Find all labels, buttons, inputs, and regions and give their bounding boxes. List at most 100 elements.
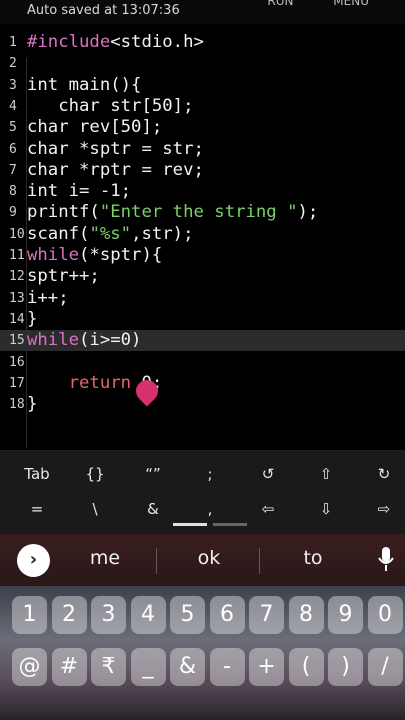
symbol-key[interactable]: #	[51, 648, 87, 686]
line-number: 14	[9, 311, 25, 327]
code-line[interactable]: 9 printf("Enter the string ");	[0, 202, 405, 223]
code-line[interactable]: 16	[0, 352, 405, 373]
code-text: i++;	[27, 287, 69, 308]
code-line[interactable]: 7 char *rptr = rev;	[0, 160, 405, 181]
code-text: printf("Enter the string ");	[27, 202, 319, 223]
code-text: #include<stdio.h>	[27, 32, 204, 52]
symbol-key[interactable]: \	[75, 500, 115, 518]
code-line[interactable]: 13 i++;	[0, 288, 405, 309]
symbol-key[interactable]: ⇨	[364, 500, 404, 518]
line-number: 11	[9, 248, 25, 263]
microphone-icon[interactable]	[377, 546, 395, 574]
code-line[interactable]: 8 int i= -1;	[0, 181, 405, 202]
symbol-key[interactable]: ₹	[91, 648, 126, 686]
autosave-status: Auto saved at 13:07:36	[27, 3, 180, 18]
code-text: int main(){	[27, 74, 142, 95]
symbol-key[interactable]: ;	[190, 465, 230, 483]
line-number: 4	[9, 98, 17, 114]
code-editor[interactable]: 1 #include<stdio.h> 2 3 int main(){4 char st…	[0, 24, 405, 450]
line-number: 7	[9, 162, 17, 178]
number-key[interactable]: 9	[328, 596, 363, 634]
code-line[interactable]: 2	[0, 53, 405, 74]
line-number: 1	[9, 35, 17, 50]
line-number: 2	[9, 56, 17, 72]
divider	[156, 548, 157, 574]
symbol-key[interactable]: (	[288, 648, 324, 686]
page-indicator-active	[173, 523, 207, 526]
menu-button[interactable]: MENU	[333, 0, 369, 8]
suggestion-1[interactable]: me	[65, 547, 145, 569]
symbol-key[interactable]: ↻	[364, 465, 404, 483]
number-key[interactable]: 7	[249, 596, 284, 634]
line-number: 13	[9, 290, 25, 306]
line-number: 6	[9, 141, 17, 157]
symbol-key[interactable]: ↺	[248, 465, 288, 483]
symbol-key[interactable]: Tab	[17, 465, 57, 483]
line-number: 5	[9, 120, 17, 136]
code-text: while(*sptr){	[27, 245, 163, 265]
symbol-key[interactable]: ⇧	[306, 465, 346, 483]
code-text: }	[27, 394, 38, 415]
number-key[interactable]: 5	[170, 596, 205, 634]
symbol-key[interactable]: ⇦	[248, 500, 288, 518]
line-number: 9	[9, 205, 17, 221]
line-number: 10	[9, 226, 25, 242]
divider	[259, 548, 260, 574]
number-key[interactable]: 2	[51, 596, 87, 634]
number-key[interactable]: 4	[130, 596, 166, 634]
number-key[interactable]: 3	[91, 596, 126, 634]
run-button[interactable]: RUN	[267, 0, 293, 8]
suggestion-2[interactable]: ok	[169, 547, 249, 569]
number-key[interactable]: 1	[12, 596, 47, 634]
line-number: 15	[9, 333, 25, 349]
code-text: scanf("%s",str);	[27, 223, 194, 244]
code-line[interactable]: 17 return 0;	[0, 373, 405, 394]
code-line[interactable]: 3 int main(){	[0, 75, 405, 96]
line-number: 8	[9, 184, 17, 200]
number-key[interactable]: 0	[367, 596, 403, 634]
line-number: 16	[9, 354, 25, 370]
code-text: char *sptr = str;	[27, 138, 204, 159]
line-number: 3	[9, 77, 17, 93]
code-line[interactable]: 10 scanf("%s",str);	[0, 224, 405, 245]
symbol-key[interactable]: ⇩	[306, 500, 346, 518]
line-number: 18	[9, 397, 25, 413]
symbol-key[interactable]: /	[367, 648, 403, 686]
symbol-key[interactable]: {}	[75, 465, 115, 483]
code-text: int i= -1;	[27, 181, 132, 202]
symbol-key[interactable]: )	[328, 648, 363, 686]
code-line[interactable]: 15 while(i>=0)	[0, 330, 405, 352]
symbol-key[interactable]: “”	[133, 465, 173, 483]
page-indicator	[213, 523, 247, 526]
symbol-key[interactable]: _	[130, 648, 166, 686]
keyboard: 1 2 3 4 5 6 7 8 9 0 @ # ₹ _ & - +() /	[0, 586, 405, 720]
status-bar: Auto saved at 13:07:36 RUN MENU	[0, 0, 405, 24]
symbol-key[interactable]: -	[209, 648, 245, 686]
code-line[interactable]: 14}	[0, 309, 405, 330]
suggestion-3[interactable]: to	[273, 547, 353, 569]
code-line[interactable]: 5 char rev[50];	[0, 117, 405, 138]
code-text: }	[27, 308, 38, 329]
code-text: char *rptr = rev;	[27, 159, 204, 180]
code-line[interactable]: 18}	[0, 394, 405, 415]
code-text: char str[50];	[27, 95, 194, 116]
number-key[interactable]: 8	[288, 596, 324, 634]
code-line[interactable]: 11 while(*sptr){	[0, 245, 405, 266]
symbol-key[interactable]: +	[249, 648, 284, 686]
chevron-right-icon[interactable]: ›	[17, 544, 50, 577]
line-number: 12	[9, 269, 25, 285]
symbol-key[interactable]: @	[12, 648, 47, 686]
top-actions: RUN MENU	[267, 0, 405, 8]
code-line[interactable]: 4 char str[50];	[0, 96, 405, 117]
symbol-key[interactable]: &	[133, 500, 173, 518]
symbol-key[interactable]: &	[170, 648, 205, 686]
code-text: char rev[50];	[27, 117, 163, 138]
code-line[interactable]: 1 #include<stdio.h>	[0, 32, 405, 53]
code-text: sptr++;	[27, 266, 100, 287]
symbol-key[interactable]: =	[17, 500, 57, 518]
code-text: while(i>=0)	[27, 330, 142, 351]
code-line[interactable]: 6 char *sptr = str;	[0, 139, 405, 160]
symbol-key[interactable]: ,	[190, 500, 230, 518]
number-key[interactable]: 6	[209, 596, 245, 634]
code-line[interactable]: 12 sptr++;	[0, 266, 405, 287]
